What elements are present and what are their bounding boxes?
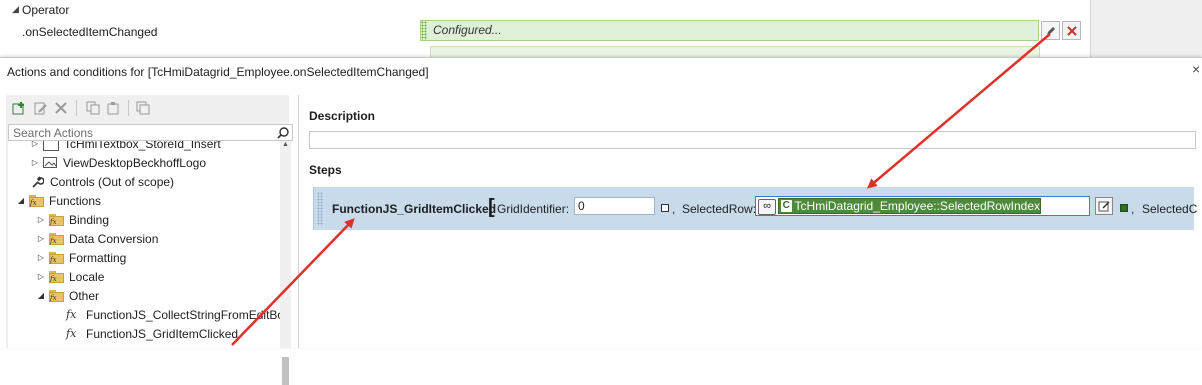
expand-arrow-icon[interactable]: ▷ [36,234,46,243]
event-value-field[interactable] [420,20,1039,41]
tree-item-formatting[interactable]: ▷ fx Formatting [36,248,126,267]
collapse-arrow-icon[interactable]: ◢ [36,291,46,300]
collapse-triangle-icon[interactable]: ◢ [12,4,19,15]
scroll-up-icon[interactable]: ▲ [282,141,289,148]
fx-icon: fx [66,308,77,321]
tree-item-other[interactable]: ◢ fx Other [36,286,99,305]
copy-icon[interactable] [86,101,100,115]
actions-dialog: Actions and conditions for [TcHmiDatagri… [0,57,1202,385]
edit-icon [1098,201,1110,212]
close-icon[interactable]: × [1192,61,1200,77]
tree-item-locale[interactable]: ▷ fx Locale [36,267,104,286]
group-label: Operator [22,3,70,17]
actions-tree: ▷ TcHmiTextbox_StoreId_Insert ▷ ViewDesk… [8,141,280,348]
toolbar-separator [76,100,77,116]
function-folder-icon: fx [49,251,65,264]
pencil-icon [1046,26,1055,35]
tree-item-label: FunctionJS_CollectStringFromEditBo [86,307,280,322]
function-folder-icon: fx [49,213,65,226]
image-icon [43,156,57,168]
symbol-tag[interactable]: C TcHmiDatagrid_Employee::SelectedRowInd… [778,198,1041,214]
delete-icon[interactable] [54,101,68,115]
toolbar [6,95,289,123]
expand-arrow-icon[interactable]: ▷ [30,141,40,148]
description-label: Description [309,109,376,123]
tree-item[interactable]: ▷ ViewDesktopBeckhoffLogo [30,153,206,172]
event-value-text: Configured... [433,23,502,37]
link-icon[interactable]: ∞ [758,199,776,215]
param-selected-row-label: SelectedRow: [682,202,757,216]
search-input[interactable]: Search Actions [8,124,293,141]
step-open-bracket: [ [488,196,495,218]
grip-icon [421,21,427,40]
param-type-icon[interactable] [661,204,669,212]
collapse-arrow-icon[interactable]: ◢ [16,196,26,205]
param-selected-cell-label: SelectedC [1142,202,1198,216]
drag-handle-icon[interactable] [317,192,323,226]
expand-arrow-icon[interactable]: ▷ [30,158,40,167]
tree-item-binding[interactable]: ▷ fx Binding [36,210,109,229]
param-grid-identifier-label: GridIdentifier: [497,202,570,216]
description-input[interactable] [309,131,1196,149]
param-separator: , [672,202,676,216]
tree-item-label: Other [69,288,100,303]
dialog-title: Actions and conditions for [TcHmiDatagri… [7,65,429,79]
scrollbar-thumb[interactable] [282,357,289,385]
tree-item-data-conversion[interactable]: ▷ fx Data Conversion [36,229,158,248]
actions-pane: Search Actions ▷ TcHmiTextbox_StoreId_In… [6,95,293,385]
symbol-type-badge: C [781,200,792,212]
function-folder-icon: fx [49,270,65,283]
close-icon [1066,25,1077,36]
symbol-name: TcHmiDatagrid_Employee::SelectedRowIndex [794,199,1040,213]
tree-item-functions[interactable]: ◢ fx Functions [16,191,101,210]
event-name: .onSelectedItemChanged [22,25,158,39]
tree-item-label: ViewDesktopBeckhoffLogo [63,155,206,170]
function-folder-icon: fx [49,232,65,245]
tree-item-label: Data Conversion [69,231,159,246]
tree-item-label: Formatting [69,250,127,265]
tree-item-label: Locale [69,269,105,284]
wrench-icon [32,175,44,188]
tree-item[interactable]: ▷ TcHmiTextbox_StoreId_Insert [30,141,221,153]
delete-event-button[interactable] [1062,21,1081,40]
step-function-name: FunctionJS_GridItemClicked [332,202,497,216]
search-placeholder: Search Actions [13,126,94,140]
function-folder-icon: fx [29,194,45,207]
edit-symbol-button[interactable] [1095,197,1113,215]
tree-item-label: FunctionJS_GridItemClicked [86,326,239,341]
tree-item-controls[interactable]: Controls (Out of scope) [30,172,174,191]
param-grid-identifier-input[interactable]: 0 [574,197,655,215]
edit-event-button[interactable] [1041,21,1060,40]
toolbar-separator [128,100,129,116]
expand-arrow-icon[interactable]: ▷ [36,272,46,281]
fx-icon: fx [66,327,77,340]
tree-item-label: TcHmiTextbox_StoreId_Insert [64,141,221,151]
param-type-icon[interactable] [1120,204,1128,212]
param-separator: , [1131,202,1135,216]
tree-item-function[interactable]: fx FunctionJS_GridItemClicked [66,324,238,343]
component-icon [43,141,59,151]
details-pane: Description Steps FunctionJS_GridItemCli… [298,95,1202,348]
expand-arrow-icon[interactable]: ▷ [36,253,46,262]
property-grid: ◢ Operator .onSelectedItemChanged Config… [0,0,1090,58]
search-icon [277,127,289,139]
edit-icon[interactable] [34,101,48,115]
function-folder-icon: fx [49,289,65,302]
steps-label: Steps [309,163,342,177]
tree-scrollbar[interactable]: ▲ [280,141,291,348]
tree-item-label: Functions [49,193,102,208]
paste-icon[interactable] [106,101,120,115]
add-icon[interactable] [12,101,26,115]
tree-item-function[interactable]: fx FunctionJS_CollectStringFromEditBo [66,305,280,324]
tree-item-label: Binding [69,212,110,227]
side-panel [1090,0,1202,58]
expand-arrow-icon[interactable]: ▷ [36,215,46,224]
duplicate-icon[interactable] [136,101,150,115]
tree-item-label: Controls (Out of scope) [50,174,175,189]
